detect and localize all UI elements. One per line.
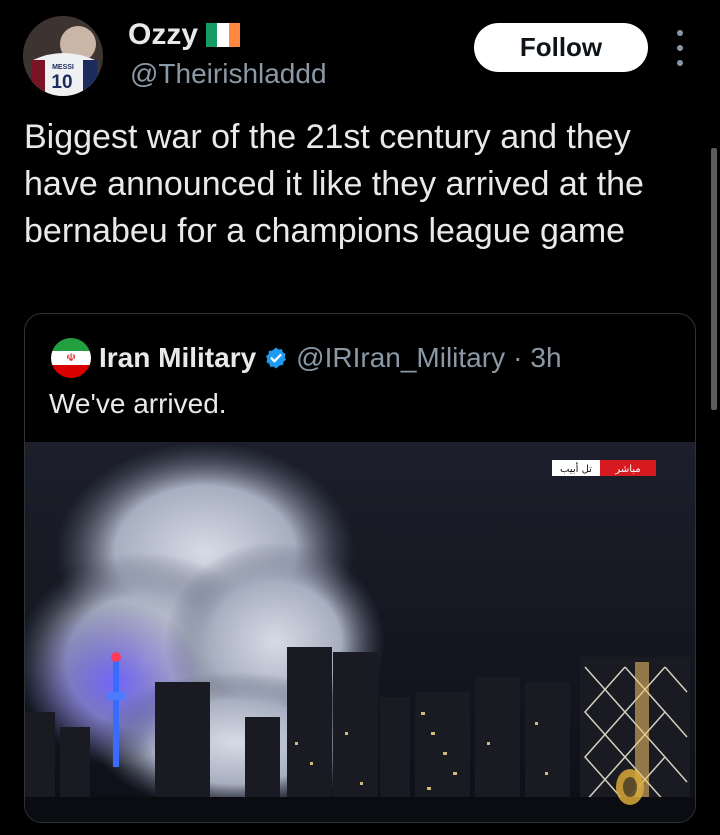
quoted-time-separator: · [513,342,523,373]
quoted-tweet-text: We've arrived. [49,388,227,419]
author-handle[interactable]: @Theirishladdd [130,58,327,90]
tweet-text: Biggest war of the 21st century and they… [24,118,644,250]
follow-button[interactable]: Follow [474,23,648,72]
quoted-timestamp[interactable]: 3h [530,342,561,374]
author-display-name[interactable]: Ozzy [128,18,198,52]
avatar-jersey-name: MESSI [52,64,74,71]
iran-flag-icon: ☫ [51,338,91,378]
author-avatar[interactable]: MESSI 10 [23,16,103,96]
overlay-live: مباشر [614,464,640,475]
avatar-jersey-number: 10 [51,72,72,93]
author-name-row[interactable]: Ozzy [128,18,241,52]
ireland-flag-icon [206,23,241,47]
quoted-tweet-header: ☫ Iran Military @IRIran_Military · 3h [51,338,562,378]
more-vertical-icon[interactable] [670,30,690,66]
overlay-location: تل أبيب [560,462,592,475]
quoted-tweet-image[interactable]: تل أبيب مباشر [25,442,695,822]
avatar-image: MESSI 10 [23,16,103,96]
quoted-tweet-card[interactable]: ☫ Iran Military @IRIran_Military · 3h We… [24,313,696,823]
quoted-author-name[interactable]: Iran Military [99,342,256,374]
verified-badge-icon [266,347,287,369]
quoted-author-handle[interactable]: @IRIran_Military [296,342,505,374]
scrollbar[interactable] [711,148,717,410]
channel-logo-icon [616,769,644,805]
